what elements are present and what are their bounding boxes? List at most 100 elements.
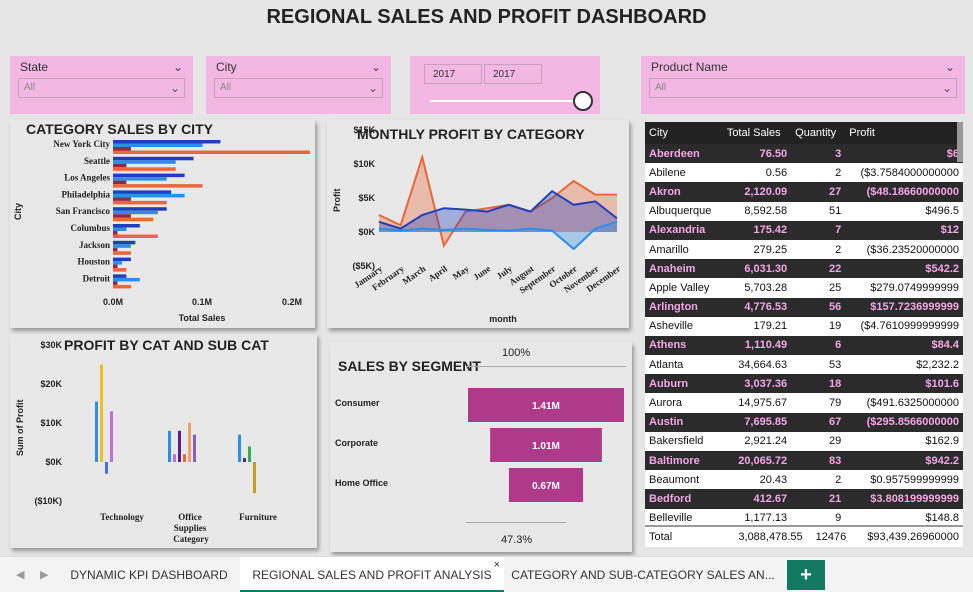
table-cell: 34,664.63	[722, 355, 792, 375]
profit-subcat-panel[interactable]: PROFIT BY CAT AND SUB CAT Sum of Profit …	[10, 334, 317, 548]
table-cell: $942.2	[845, 451, 963, 471]
chevron-up-icon[interactable]: ⌄	[945, 60, 955, 74]
tab-prev-icon[interactable]: ◀	[16, 568, 24, 581]
chevron-up-icon[interactable]: ⌄	[371, 60, 381, 74]
bar	[95, 401, 98, 462]
bar	[110, 411, 113, 462]
table-row[interactable]: Apple Valley 5,703.28 25 $279.0749999999	[645, 278, 963, 298]
table-row[interactable]: Beaumont 20.43 2 $0.957599999999	[645, 470, 963, 490]
table-cell: 51	[791, 201, 846, 221]
table-row[interactable]: Abilene 0.56 2 ($3.7584000000000	[645, 163, 963, 183]
bar	[105, 462, 108, 474]
table-row[interactable]: Alexandria 175.42 7 $12	[645, 220, 963, 240]
bar	[113, 261, 122, 265]
table-cell: Athens	[645, 335, 723, 356]
table-row[interactable]: Baltimore 20,065.72 83 $942.2	[645, 451, 963, 471]
category-label: Jackson	[79, 240, 110, 250]
category-sales-panel[interactable]: CATEGORY SALES BY CITY City Total Sales …	[10, 120, 315, 328]
table-scrollbar[interactable]	[957, 122, 963, 162]
segment-panel[interactable]: SALES BY SEGMENT 100% Consumer 1.41M Corpo…	[330, 342, 632, 552]
bar	[113, 268, 127, 272]
city-dropdown[interactable]: All ⌄	[214, 78, 383, 98]
table-cell: $12	[845, 220, 963, 240]
month-label: March	[401, 263, 428, 286]
tab-dynamic-kpi[interactable]: DYNAMIC KPI DASHBOARD	[60, 557, 238, 592]
table-cell: 2,921.24	[722, 431, 792, 451]
state-slicer-label: State	[20, 60, 49, 74]
state-dropdown[interactable]: All ⌄	[18, 78, 185, 98]
table-cell: 22	[791, 259, 846, 279]
product-dropdown[interactable]: All ⌄	[649, 78, 957, 98]
table-cell: 179.21	[722, 316, 792, 336]
table-cell: 20.43	[722, 470, 792, 490]
close-icon[interactable]: ×	[494, 559, 500, 571]
tab-regional-sales-label: REGIONAL SALES AND PROFIT ANALYSIS	[252, 568, 492, 582]
add-page-button[interactable]: +	[787, 560, 825, 590]
table-cell: Bedford	[645, 489, 723, 509]
year-slider-handle[interactable]	[573, 91, 593, 111]
table-row[interactable]: Akron 2,120.09 27 ($48.18660000000	[645, 182, 963, 202]
year-to-input[interactable]: 2017	[484, 64, 542, 84]
state-slicer[interactable]: State ⌄ All ⌄	[10, 56, 193, 114]
table-row[interactable]: Amarillo 279.25 2 ($36.23520000000	[645, 239, 963, 260]
table-cell: Austin	[645, 412, 723, 432]
profit-subcat-ylabel: Sum of Profit	[15, 400, 25, 457]
monthly-profit-panel[interactable]: MONTHLY PROFIT BY CATEGORY Profit month …	[327, 120, 629, 328]
category-label: Furniture	[239, 512, 277, 522]
table-row[interactable]: Aberdeen 76.50 3 $6	[645, 144, 963, 164]
city-slicer[interactable]: City ⌄ All ⌄	[206, 56, 391, 114]
table-row[interactable]: Auburn 3,037.36 18 $101.6	[645, 374, 963, 394]
bar	[113, 210, 158, 215]
table-row[interactable]: Arlington 4,776.53 56 $157.7236999999	[645, 297, 963, 317]
table-cell: 3	[791, 144, 846, 164]
column-header[interactable]: Total Sales	[722, 122, 792, 144]
table-cell: $496.5	[845, 201, 963, 221]
state-dropdown-value: All	[24, 82, 36, 93]
bar	[113, 177, 167, 181]
table-cell: 67	[791, 412, 846, 432]
bar	[113, 190, 172, 194]
bar	[113, 197, 131, 201]
table-row[interactable]: Athens 1,110.49 6 $84.4	[645, 335, 963, 356]
segment-value: 0.67M	[532, 481, 560, 492]
tab-regional-sales[interactable]: REGIONAL SALES AND PROFIT ANALYSIS ×	[240, 557, 504, 592]
column-header[interactable]: Quantity	[791, 122, 846, 144]
year-slider-track[interactable]	[430, 100, 590, 102]
city-table-panel[interactable]: City Total Sales Quantity Profit Aberdeen 76…	[645, 122, 963, 547]
tick-label: $10K	[353, 159, 375, 169]
bar	[113, 184, 203, 188]
tab-next-icon[interactable]: ▶	[40, 568, 48, 581]
year-slicer[interactable]: 2017 2017	[410, 56, 600, 114]
segment-label: Home Office	[335, 478, 388, 488]
table-row[interactable]: Albuquerque 8,592.58 51 $496.5	[645, 201, 963, 221]
bar	[243, 458, 246, 462]
bar	[253, 462, 256, 494]
table-cell: 2,120.09	[722, 182, 792, 202]
chevron-up-icon[interactable]: ⌄	[173, 60, 183, 74]
table-cell: Albuquerque	[645, 201, 723, 221]
bar	[113, 200, 167, 205]
product-slicer[interactable]: Product Name ⌄ All ⌄	[641, 56, 965, 114]
table-cell: $84.4	[845, 335, 963, 356]
bar	[113, 147, 131, 151]
table-cell: $2,232.2	[845, 355, 963, 375]
table-cell: $3.808199999999	[845, 489, 963, 509]
category-sales-xlabel: Total Sales	[179, 313, 226, 323]
table-row[interactable]: Atlanta 34,664.63 53 $2,232.2	[645, 355, 963, 375]
bar	[173, 454, 176, 462]
table-row[interactable]: Bakersfield 2,921.24 29 $162.9	[645, 431, 963, 451]
table-row[interactable]: Austin 7,695.85 67 ($295.8566000000	[645, 412, 963, 432]
column-header[interactable]: Profit	[845, 122, 963, 144]
category-label: Los Angeles	[64, 173, 110, 183]
table-row[interactable]: Anaheim 6,031.30 22 $542.2	[645, 259, 963, 279]
year-from-input[interactable]: 2017	[424, 64, 482, 84]
bar	[113, 156, 194, 161]
table-row[interactable]: Bedford 412.67 21 $3.808199999999	[645, 489, 963, 509]
city-table: City Total Sales Quantity Profit Aberdeen 76…	[645, 122, 963, 528]
tab-category-sales[interactable]: CATEGORY AND SUB-CATEGORY SALES AN...	[510, 557, 776, 592]
table-row[interactable]: Asheville 179.21 19 ($4.7610999999999	[645, 316, 963, 336]
category-label: Technology	[100, 512, 144, 522]
table-cell: $6	[845, 144, 963, 164]
table-row[interactable]: Aurora 14,975.67 79 ($491.6325000000	[645, 393, 963, 413]
column-header[interactable]: City	[645, 122, 723, 144]
